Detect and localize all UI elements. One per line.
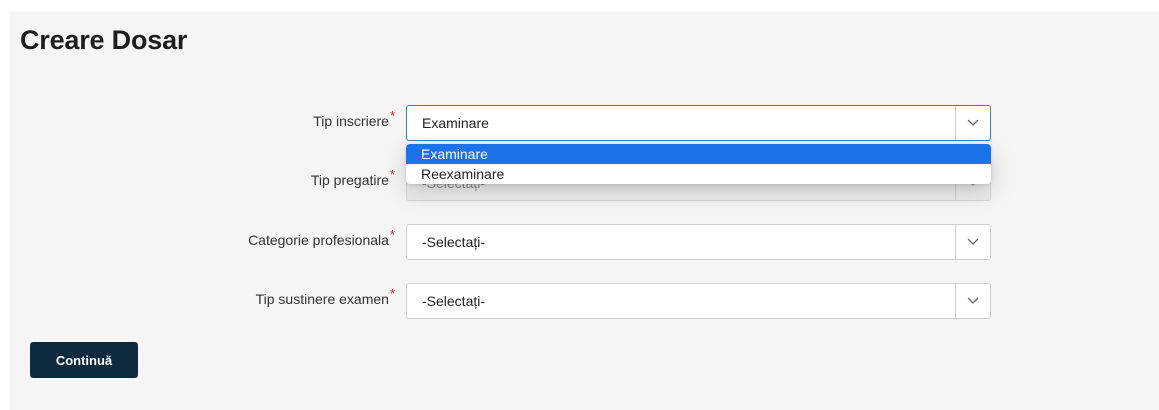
required-marker: *	[389, 286, 395, 301]
tip-sustinere-examen-label-text: Tip sustinere examen	[255, 291, 389, 307]
dropdown-option-examinare[interactable]: Examinare	[406, 144, 991, 164]
categorie-profesionala-label-text: Categorie profesionala	[248, 232, 389, 248]
tip-pregatire-label: Tip pregatire*	[310, 167, 395, 188]
required-marker: *	[389, 167, 395, 182]
tip-inscriere-label: Tip inscriere*	[313, 108, 395, 129]
tip-sustinere-examen-value: -Selectați-	[422, 293, 486, 309]
tip-inscriere-dropdown: Examinare Reexaminare	[406, 144, 991, 184]
form-panel	[10, 11, 1159, 410]
chevron-down-icon[interactable]	[955, 284, 990, 318]
tip-inscriere-select[interactable]: Examinare	[406, 105, 991, 141]
page-title: Creare Dosar	[20, 25, 188, 55]
tip-inscriere-value: Examinare	[422, 115, 489, 131]
tip-sustinere-examen-label: Tip sustinere examen*	[255, 286, 395, 307]
continue-button[interactable]: Continuă	[30, 342, 138, 378]
chevron-down-icon[interactable]	[955, 225, 990, 259]
tip-inscriere-label-text: Tip inscriere	[313, 113, 389, 129]
categorie-profesionala-select[interactable]: -Selectați-	[406, 224, 991, 260]
categorie-profesionala-value: -Selectați-	[422, 234, 486, 250]
categorie-profesionala-label: Categorie profesionala*	[248, 227, 395, 248]
chevron-down-icon[interactable]	[955, 106, 990, 140]
required-marker: *	[389, 108, 395, 123]
required-marker: *	[389, 227, 395, 242]
tip-pregatire-label-text: Tip pregatire	[310, 172, 389, 188]
dropdown-option-reexaminare[interactable]: Reexaminare	[406, 164, 991, 184]
tip-sustinere-examen-select[interactable]: -Selectați-	[406, 283, 991, 319]
